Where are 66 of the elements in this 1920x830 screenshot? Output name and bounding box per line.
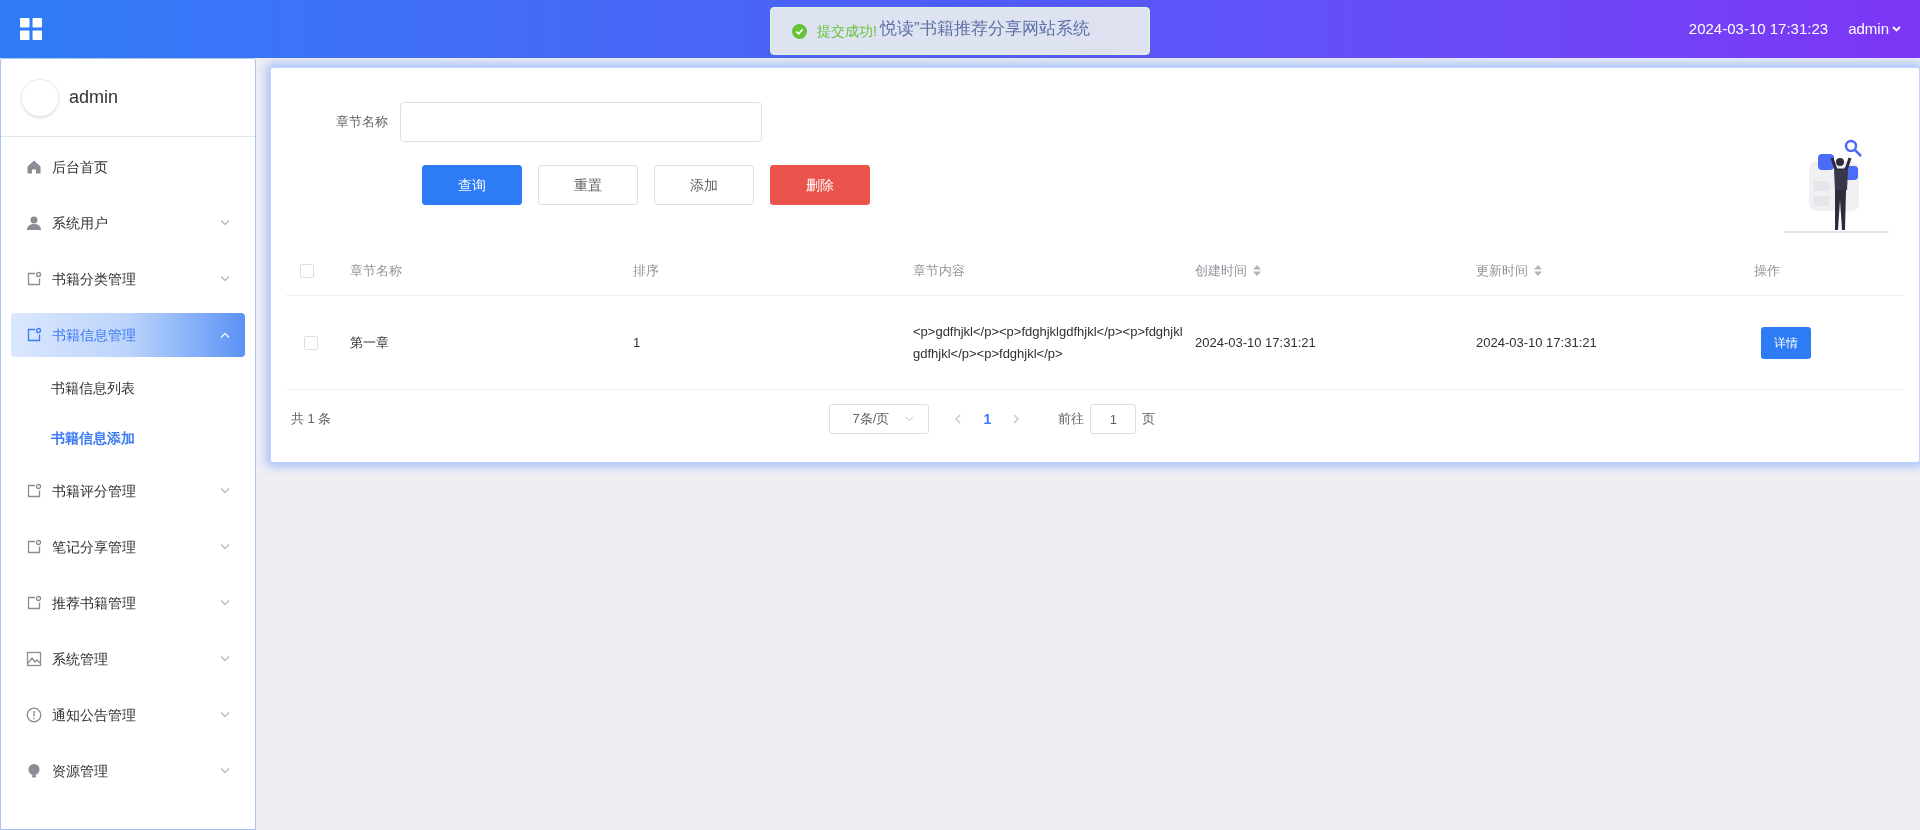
- action-button[interactable]: 删除: [770, 165, 870, 205]
- user-icon: [26, 215, 42, 231]
- site-title: 悦读”书籍推荐分享网站系统: [880, 18, 1090, 40]
- chevron-icon: [220, 600, 230, 606]
- current-datetime: 2024-03-10 17:31:23: [1688, 18, 1829, 39]
- action-button[interactable]: 查询: [422, 165, 522, 205]
- table-cell-text: <p>gdfhjkl</p><p>fdghjklgdfhjkl</p><p>fdghjklgdfhjkl</p><p>fdghjkl</p>: [913, 322, 1184, 363]
- tag-icon: [26, 327, 42, 343]
- page-suffix: 页: [1142, 410, 1156, 429]
- home-icon: [26, 159, 42, 175]
- menu-item[interactable]: 书籍评分管理: [11, 469, 245, 513]
- chevron-icon: [220, 220, 230, 226]
- image-icon: [26, 651, 42, 667]
- menu-item[interactable]: 通知公告管理: [11, 693, 245, 737]
- chevron-icon: [220, 332, 230, 338]
- tag-icon: [26, 271, 42, 287]
- success-icon: [792, 23, 807, 39]
- menu-item[interactable]: 书籍分类管理: [11, 257, 245, 301]
- action-button[interactable]: 重置: [538, 165, 638, 205]
- menu-item[interactable]: 资源管理: [11, 749, 245, 793]
- checkbox[interactable]: [300, 263, 314, 278]
- table-cell-text: 1: [633, 333, 642, 352]
- checkbox[interactable]: [304, 335, 318, 350]
- table-cell-text: 2024-03-10 17:31:21: [1195, 333, 1317, 352]
- tag-icon: [26, 595, 42, 611]
- menu-item[interactable]: 系统用户: [11, 201, 245, 245]
- sort-icon[interactable]: [1253, 265, 1261, 276]
- table-cell-text: 2024-03-10 17:31:21: [1476, 333, 1598, 352]
- menu-item[interactable]: 后台首页: [11, 145, 245, 189]
- menu-item[interactable]: 推荐书籍管理: [11, 581, 245, 625]
- total-count: 共 1 条: [290, 410, 332, 429]
- action-button[interactable]: 添加: [654, 165, 754, 205]
- chevron-icon: [220, 768, 230, 774]
- previous-page-icon[interactable]: [954, 414, 962, 424]
- chevron-icon: [220, 544, 230, 550]
- grid-menu-icon[interactable]: [19, 17, 43, 41]
- chevron-icon: [220, 656, 230, 662]
- profile-name: admin: [69, 86, 119, 109]
- user-menu[interactable]: admin: [1848, 17, 1901, 41]
- page-number[interactable]: 1: [983, 408, 992, 430]
- page-size-select[interactable]: 7条/页: [829, 404, 930, 434]
- goto-page-input[interactable]: 1: [1090, 404, 1137, 434]
- field-label: 章节名称: [336, 113, 388, 132]
- chevron-icon: [220, 712, 230, 718]
- column-header: 排序: [633, 261, 659, 280]
- details-button[interactable]: 详情: [1761, 326, 1811, 359]
- menu-item[interactable]: 笔记分享管理: [11, 525, 245, 569]
- submenu-item[interactable]: 书籍信息列表: [51, 377, 135, 399]
- column-header: 操作: [1754, 261, 1780, 280]
- table-cell-text: 第一章: [350, 333, 390, 352]
- column-header: 章节内容: [913, 261, 965, 280]
- bulb-icon: [26, 763, 42, 779]
- tag-icon: [26, 483, 42, 499]
- alert-icon: [26, 707, 42, 723]
- toast-message: 提交成功!: [817, 21, 877, 41]
- sort-icon[interactable]: [1534, 265, 1542, 276]
- submenu-item[interactable]: 书籍信息添加: [51, 427, 135, 449]
- goto-label: 前往: [1058, 410, 1085, 429]
- column-header: 章节名称: [350, 261, 402, 280]
- menu-item[interactable]: 系统管理: [11, 637, 245, 681]
- chevron-icon: [220, 488, 230, 494]
- avatar: [21, 78, 59, 117]
- next-page-icon[interactable]: [1013, 414, 1021, 424]
- chevron-icon: [220, 276, 230, 282]
- tag-icon: [26, 539, 42, 555]
- chapter-name-input[interactable]: [400, 102, 762, 142]
